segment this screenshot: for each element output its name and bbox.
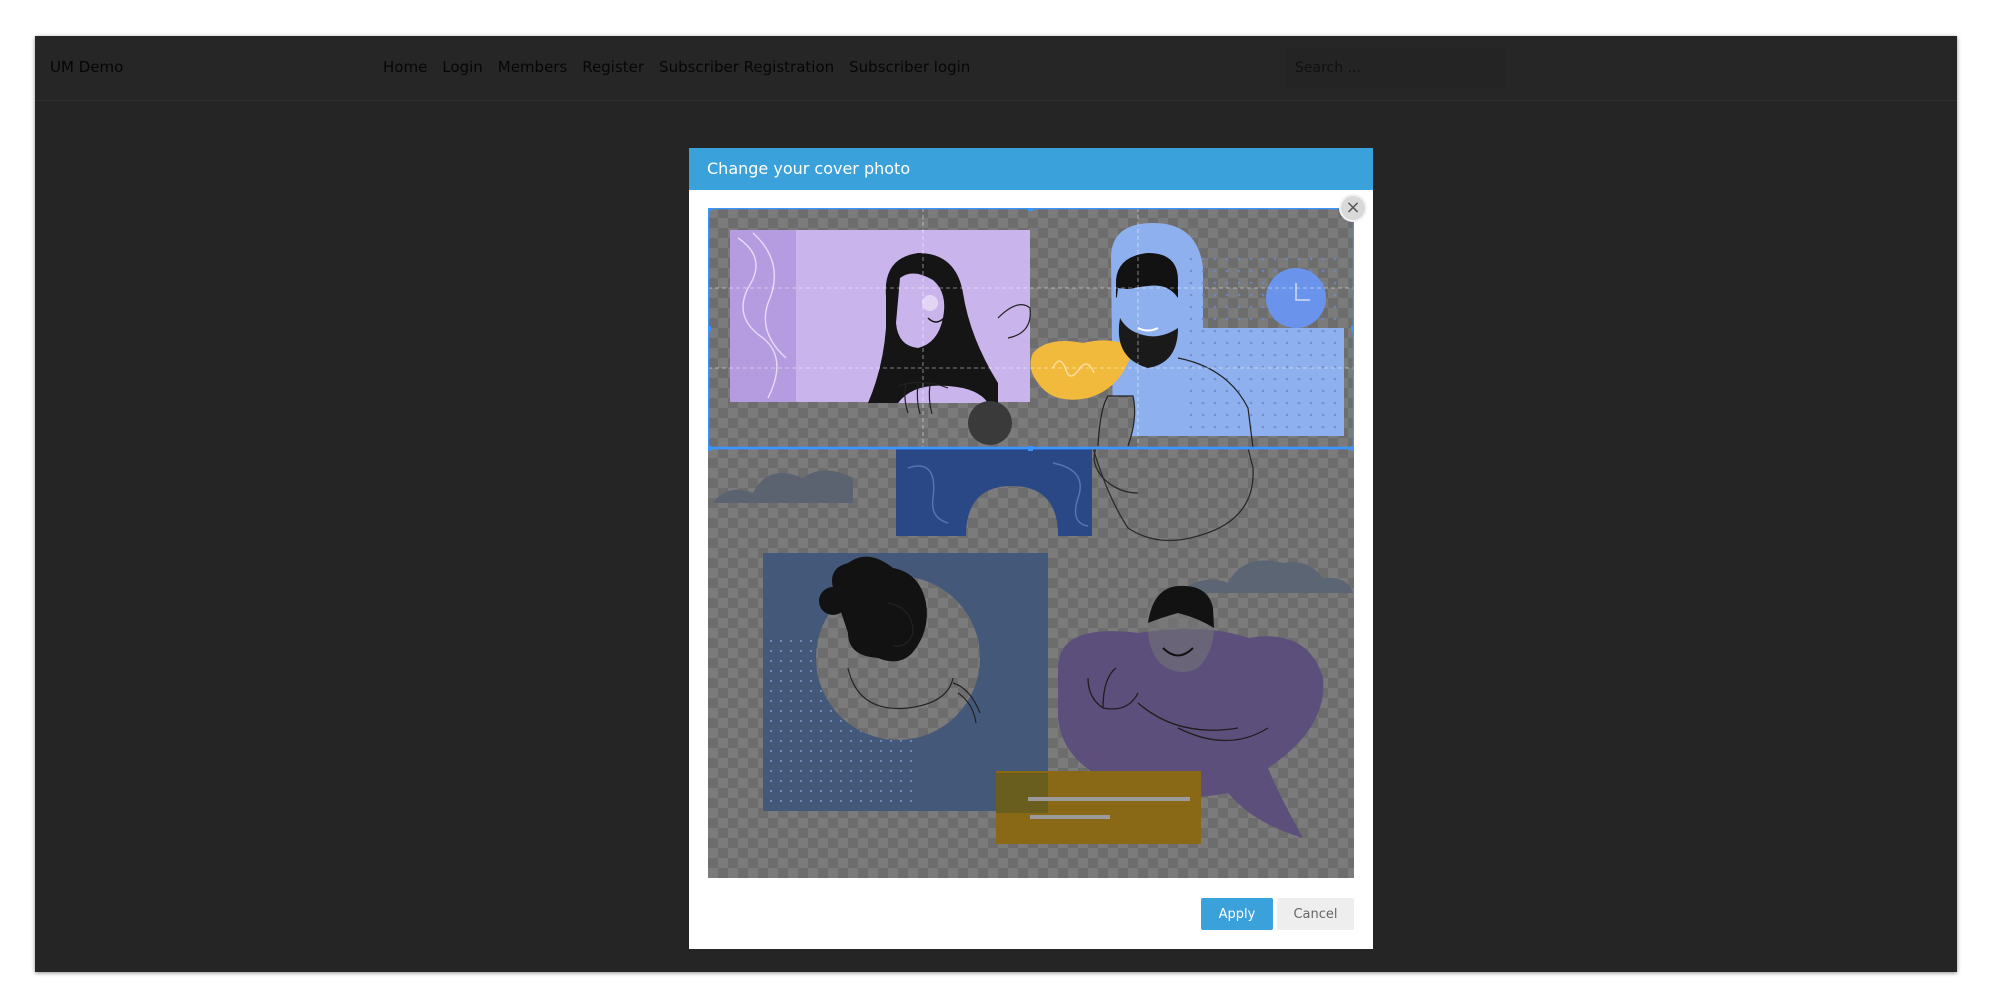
close-button[interactable]: × bbox=[1339, 194, 1367, 222]
main-nav: Home Login Members Register Subscriber R… bbox=[383, 58, 970, 76]
nav-subscriber-login[interactable]: Subscriber login bbox=[849, 58, 970, 76]
close-icon: × bbox=[1345, 197, 1361, 218]
nav-register[interactable]: Register bbox=[582, 58, 644, 76]
brand-link[interactable]: UM Demo bbox=[50, 58, 123, 76]
nav-login[interactable]: Login bbox=[442, 58, 482, 76]
nav-home[interactable]: Home bbox=[383, 58, 427, 76]
modal-title: Change your cover photo bbox=[689, 148, 1373, 190]
nav-members[interactable]: Members bbox=[498, 58, 568, 76]
crop-selection bbox=[708, 208, 1354, 451]
crop-area[interactable] bbox=[708, 208, 1354, 878]
navbar: UM Demo Home Login Members Register Subs… bbox=[35, 36, 1957, 101]
apply-button[interactable]: Apply bbox=[1201, 898, 1273, 930]
cancel-button[interactable]: Cancel bbox=[1277, 898, 1354, 930]
nav-subscriber-registration[interactable]: Subscriber Registration bbox=[659, 58, 834, 76]
search-input[interactable] bbox=[1285, 48, 1505, 88]
cover-photo-modal: Change your cover photo × Apply Cancel bbox=[689, 148, 1373, 949]
page-frame: UM Demo Home Login Members Register Subs… bbox=[35, 36, 1957, 972]
